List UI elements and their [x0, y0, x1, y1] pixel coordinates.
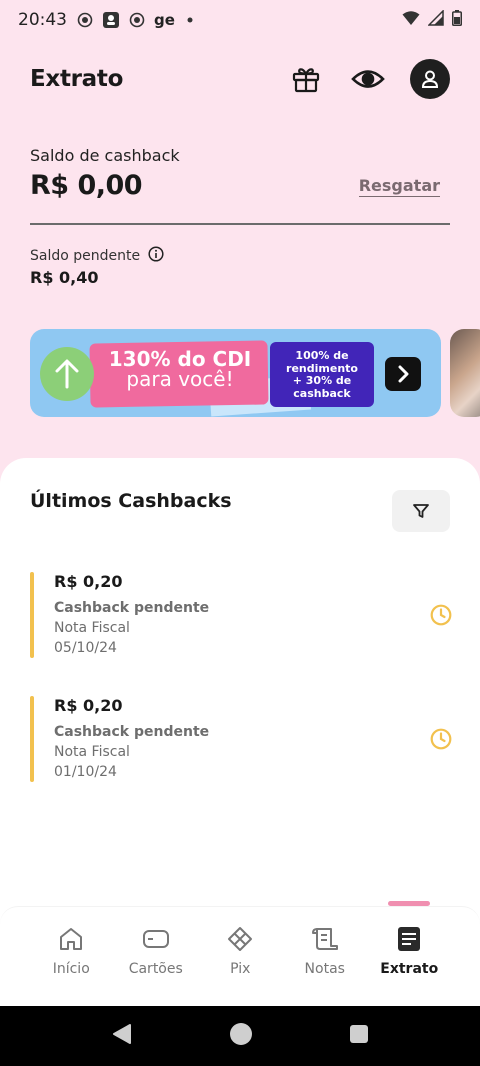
- item-status: Cashback pendente: [54, 600, 210, 616]
- dot-icon: [187, 17, 193, 23]
- pending-balance-value: R$ 0,40: [30, 268, 99, 287]
- cashback-balance-label: Saldo de cashback: [30, 146, 180, 165]
- bottom-nav: Início Cartões Pix Notas Extrato: [0, 901, 480, 1006]
- home-icon: [29, 923, 114, 955]
- active-tab-indicator: [388, 901, 430, 906]
- banner-headline-block: 130% do CDI para você!: [94, 349, 266, 389]
- filter-button[interactable]: [392, 490, 450, 532]
- nav-item-cartoes[interactable]: Cartões: [114, 923, 199, 977]
- signal-icon: [427, 9, 444, 30]
- item-status: Cashback pendente: [54, 724, 210, 740]
- system-navigation-bar: [0, 1006, 480, 1066]
- record-icon-2: [129, 12, 145, 28]
- banner-headline: 130% do CDI: [108, 347, 252, 371]
- item-amount: R$ 0,20: [54, 572, 123, 591]
- item-date: 01/10/24: [54, 764, 117, 780]
- promo-banner-next[interactable]: [450, 329, 480, 417]
- item-date: 05/10/24: [54, 640, 117, 656]
- nav-label: Pix: [230, 961, 251, 977]
- cashback-balance-value: R$ 0,00: [30, 170, 143, 201]
- nav-item-notas[interactable]: Notas: [283, 923, 368, 977]
- receipt-icon: [283, 923, 368, 955]
- eye-icon[interactable]: [348, 59, 388, 99]
- banner-detail: 100% de rendimento + 30% de cashback: [270, 342, 374, 407]
- banner-subline: para você!: [126, 367, 234, 391]
- wifi-icon: [402, 10, 420, 30]
- back-icon[interactable]: [111, 1023, 133, 1049]
- item-kind: Nota Fiscal: [54, 620, 130, 636]
- nav-item-extrato[interactable]: Extrato: [367, 923, 452, 977]
- pending-indicator: [30, 696, 34, 782]
- nav-item-pix[interactable]: Pix: [198, 923, 283, 977]
- gift-icon[interactable]: [286, 59, 326, 99]
- arrow-up-icon: [40, 347, 94, 401]
- list-item[interactable]: R$ 0,20 Cashback pendente Nota Fiscal 05…: [30, 572, 452, 658]
- pending-indicator: [30, 572, 34, 658]
- info-icon[interactable]: [148, 246, 164, 266]
- nav-label: Extrato: [380, 961, 439, 977]
- status-app-ge: ge: [154, 11, 175, 29]
- page-title: Extrato: [30, 66, 124, 92]
- chevron-right-icon[interactable]: [385, 357, 421, 391]
- nav-label: Início: [52, 961, 90, 977]
- statement-icon: [367, 923, 452, 955]
- home-button-icon[interactable]: [229, 1022, 253, 1050]
- status-bar: 20:43 ge: [0, 0, 480, 40]
- app-notification-icon: [102, 11, 120, 29]
- record-icon: [77, 12, 93, 28]
- battery-icon: [452, 10, 462, 30]
- nav-label: Notas: [304, 961, 345, 977]
- banner-detail-line4: cashback: [293, 386, 351, 400]
- profile-avatar-button[interactable]: [410, 59, 450, 99]
- pending-balance-row: Saldo pendente: [30, 246, 164, 266]
- card-icon: [114, 923, 199, 955]
- clock-icon: [430, 604, 452, 626]
- item-kind: Nota Fiscal: [54, 744, 130, 760]
- pending-balance-label: Saldo pendente: [30, 248, 141, 264]
- item-amount: R$ 0,20: [54, 696, 123, 715]
- list-item[interactable]: R$ 0,20 Cashback pendente Nota Fiscal 01…: [30, 696, 452, 782]
- app-header: Extrato: [30, 56, 450, 102]
- pix-icon: [198, 923, 283, 955]
- clock-icon: [430, 728, 452, 750]
- redeem-link[interactable]: Resgatar: [358, 176, 440, 197]
- user-icon: [425, 70, 435, 81]
- banner-detail-line1: 100% de: [295, 349, 349, 362]
- nav-item-inicio[interactable]: Início: [29, 923, 114, 977]
- nav-label: Cartões: [128, 961, 183, 977]
- recents-icon[interactable]: [349, 1024, 369, 1048]
- balance-divider: [30, 223, 450, 225]
- status-time: 20:43: [18, 10, 67, 30]
- promo-banner[interactable]: 130% do CDI para você! 100% de rendiment…: [30, 329, 441, 417]
- section-title: Últimos Cashbacks: [30, 490, 232, 512]
- filter-icon: [413, 504, 429, 518]
